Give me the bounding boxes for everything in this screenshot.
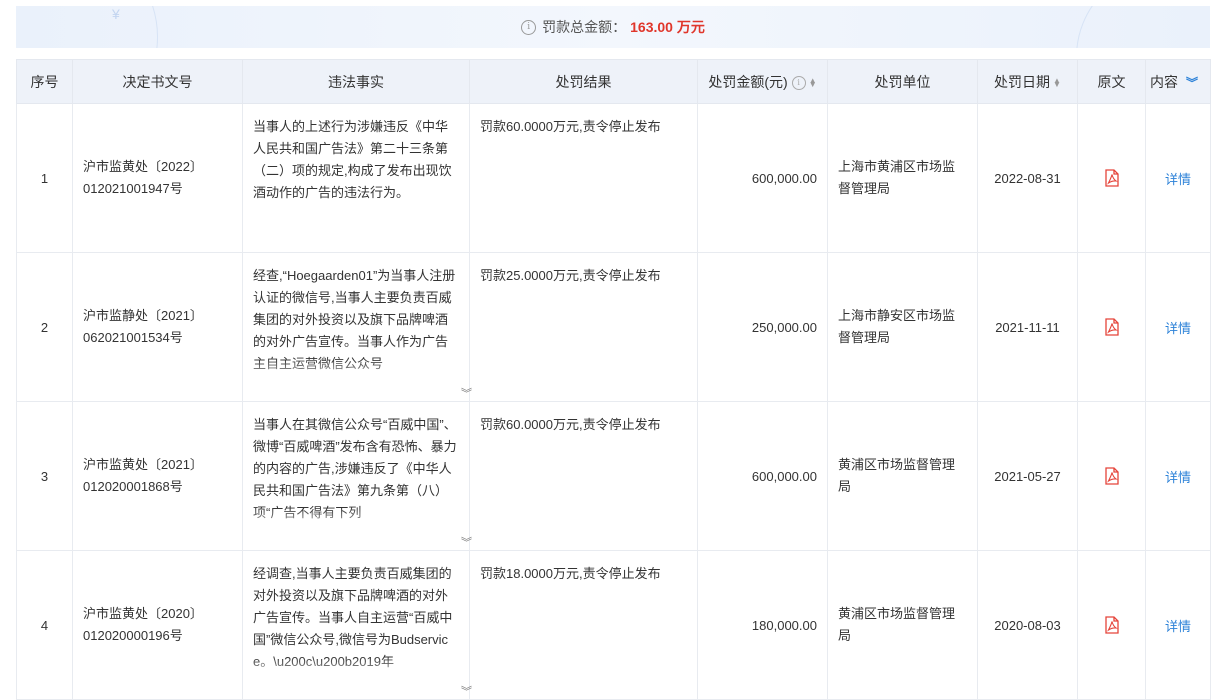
detail-link[interactable]: 详情	[1145, 550, 1211, 700]
penalty-result: 罚款25.0000万元,责令停止发布	[469, 252, 698, 402]
watermark-circle	[1076, 6, 1210, 48]
penalty-amount: 250,000.00	[697, 252, 828, 402]
expand-text-icon[interactable]: ︾	[461, 687, 472, 698]
detail-link[interactable]: 详情	[1145, 401, 1211, 551]
info-circle-icon[interactable]: i	[791, 75, 806, 90]
original-cell	[1077, 550, 1146, 700]
penalty-org: 上海市黄浦区市场监督管理局	[827, 103, 978, 253]
detail-link[interactable]: 详情	[1145, 252, 1211, 402]
chevron-double-down-icon[interactable]: ︾	[1186, 76, 1198, 90]
row-index: 4	[16, 550, 73, 700]
original-cell	[1077, 252, 1146, 402]
pdf-icon[interactable]	[1104, 318, 1120, 336]
penalty-amount: 600,000.00	[697, 103, 828, 253]
expand-text-icon[interactable]: ︾	[461, 389, 472, 400]
summary-amount: 163.00 万元	[630, 19, 705, 35]
violation-fact-cell: 经查,“Hoegaarden01”为当事人注册认证的微信号,当事人主要负责百威集…	[242, 252, 472, 402]
penalty-date: 2021-05-27	[977, 401, 1078, 551]
watermark-circle	[16, 6, 158, 48]
col-header-fact: 违法事实	[242, 59, 470, 104]
col-header-org: 处罚单位	[827, 59, 978, 104]
original-cell	[1077, 401, 1146, 551]
info-circle-icon[interactable]: i	[521, 19, 537, 35]
text-fade	[243, 508, 469, 536]
row-index: 1	[16, 103, 73, 253]
penalty-amount: 180,000.00	[697, 550, 828, 700]
penalty-org: 上海市静安区市场监督管理局	[827, 252, 978, 402]
penalty-result: 罚款18.0000万元,责令停止发布	[469, 550, 698, 700]
sort-icon[interactable]: ▲ ▼	[1053, 76, 1061, 88]
col-header-content: 内容 ︾	[1145, 59, 1211, 104]
detail-link[interactable]: 详情	[1145, 103, 1211, 253]
penalty-amount: 600,000.00	[697, 401, 828, 551]
violation-fact-cell: 当事人在其微信公众号“百威中国”、微博“百威啤酒”发布含有恐怖、暴力的内容的广告…	[242, 401, 472, 551]
penalty-result: 罚款60.0000万元,责令停止发布	[469, 401, 698, 551]
decision-number: 沪市监黄处〔2022〕012021001947号	[72, 103, 243, 253]
penalty-result: 罚款60.0000万元,责令停止发布	[469, 103, 698, 253]
decision-number: 沪市监黄处〔2021〕012020001868号	[72, 401, 243, 551]
penalty-org: 黄浦区市场监督管理局	[827, 550, 978, 700]
penalty-date: 2021-11-11	[977, 252, 1078, 402]
table-row: 4 沪市监黄处〔2020〕012020000196号 经调查,当事人主要负责百威…	[16, 550, 1211, 700]
expand-text-icon[interactable]: ︾	[461, 538, 472, 549]
yen-watermark-icon: ¥	[112, 6, 120, 22]
col-header-idx: 序号	[16, 59, 73, 104]
penalty-table: 序号 决定书文号 违法事实 处罚结果 处罚金额(元) i ▲ ▼ 处罚单位 处罚日期 ▲…	[16, 59, 1211, 700]
table-header-row: 序号 决定书文号 违法事实 处罚结果 处罚金额(元) i ▲ ▼ 处罚单位 处罚日期 ▲…	[16, 59, 1211, 104]
summary-label: 罚款总金额：	[542, 19, 627, 35]
summary-banner: ¥ i 罚款总金额： 163.00 万元	[16, 6, 1210, 48]
col-header-original: 原文	[1077, 59, 1146, 104]
violation-fact: 当事人的上述行为涉嫌违反《中华人民共和国广告法》第二十三条第（二）项的规定,构成…	[253, 119, 452, 200]
sort-icon[interactable]: ▲ ▼	[809, 76, 817, 88]
text-fade	[243, 359, 469, 387]
table-row: 3 沪市监黄处〔2021〕012020001868号 当事人在其微信公众号“百威…	[16, 401, 1211, 551]
penalty-date: 2020-08-03	[977, 550, 1078, 700]
decision-number: 沪市监静处〔2021〕062021001534号	[72, 252, 243, 402]
original-cell	[1077, 103, 1146, 253]
col-header-date[interactable]: 处罚日期 ▲ ▼	[977, 59, 1078, 104]
col-header-doc: 决定书文号	[72, 59, 243, 104]
col-header-result: 处罚结果	[469, 59, 698, 104]
table-row: 1 沪市监黄处〔2022〕012021001947号 当事人的上述行为涉嫌违反《…	[16, 103, 1211, 253]
penalty-org: 黄浦区市场监督管理局	[827, 401, 978, 551]
pdf-icon[interactable]	[1104, 467, 1120, 485]
row-index: 3	[16, 401, 73, 551]
violation-fact-cell: 当事人的上述行为涉嫌违反《中华人民共和国广告法》第二十三条第（二）项的规定,构成…	[242, 103, 470, 253]
col-header-amount[interactable]: 处罚金额(元) i ▲ ▼	[697, 59, 828, 104]
row-index: 2	[16, 252, 73, 402]
pdf-icon[interactable]	[1104, 169, 1120, 187]
table-row: 2 沪市监静处〔2021〕062021001534号 经查,“Hoegaarde…	[16, 252, 1211, 402]
violation-fact-cell: 经调查,当事人主要负责百威集团的对外投资以及旗下品牌啤酒的对外广告宣传。当事人自…	[242, 550, 472, 700]
text-fade	[243, 657, 469, 685]
pdf-icon[interactable]	[1104, 616, 1120, 634]
decision-number: 沪市监黄处〔2020〕012020000196号	[72, 550, 243, 700]
penalty-date: 2022-08-31	[977, 103, 1078, 253]
